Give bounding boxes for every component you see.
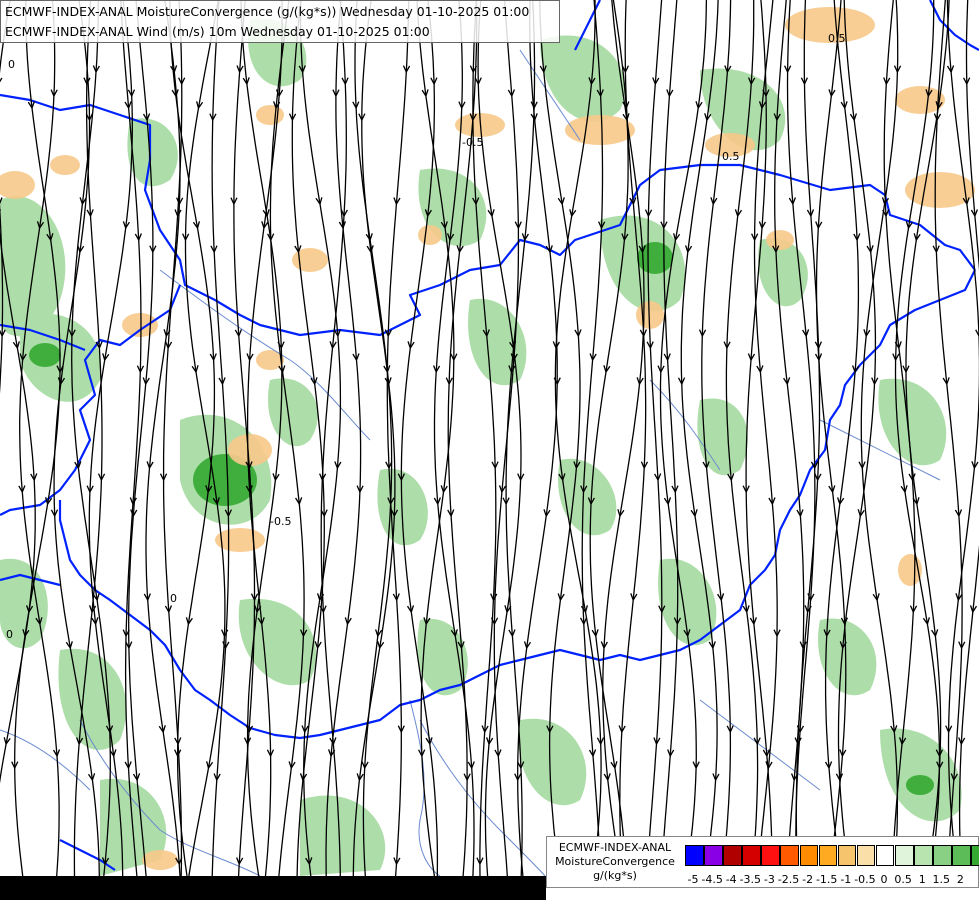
- legend-label: ECMWF-INDEX-ANAL MoistureConvergence g/(…: [549, 841, 681, 883]
- legend-swatch: [933, 845, 952, 866]
- legend-tick-label: -3: [763, 873, 775, 886]
- legend-swatches: [685, 845, 979, 866]
- legend-swatch: [742, 845, 761, 866]
- legend-tick-label: -3.5: [739, 873, 762, 886]
- contour-label: 0: [170, 592, 177, 605]
- legend-swatch: [761, 845, 780, 866]
- legend-swatch: [780, 845, 799, 866]
- legend-swatch: [837, 845, 857, 866]
- legend-swatch: [952, 845, 971, 866]
- legend-tick-label: 1.5: [932, 873, 951, 886]
- legend-tick-label: -5: [687, 873, 699, 886]
- legend-swatch: [914, 845, 933, 866]
- legend-swatch: [875, 845, 895, 866]
- contour-label: 0: [8, 58, 15, 71]
- map-title-box: ECMWF-INDEX-ANAL MoistureConvergence (g/…: [0, 0, 560, 43]
- legend-swatch: [895, 845, 914, 866]
- legend-tick-label: -1: [840, 873, 852, 886]
- legend-tick-label: -0.5: [854, 873, 876, 886]
- legend-parameter: MoistureConvergence: [555, 855, 675, 868]
- weather-map: 0 -0.5 0.5 -0.5 0 0.5 0: [0, 0, 979, 900]
- contour-label: 0: [6, 628, 13, 641]
- bottom-black-bar: [0, 876, 546, 900]
- contour-label: -0.5: [270, 515, 291, 528]
- legend-tick-label: -1.5: [815, 873, 838, 886]
- legend-swatch: [685, 845, 704, 866]
- legend-tick-label: -2.5: [777, 873, 800, 886]
- legend-swatch: [971, 845, 979, 866]
- contour-label: 0.5: [722, 150, 740, 163]
- contour-label: -0.5: [462, 136, 483, 149]
- legend-tick-label: 0.5: [894, 873, 912, 886]
- legend-tick-label: -4.5: [701, 873, 723, 886]
- legend-tick-label: -4: [725, 873, 737, 886]
- legend-swatch: [856, 845, 876, 866]
- legend-swatch: [818, 845, 838, 866]
- color-legend: ECMWF-INDEX-ANAL MoistureConvergence g/(…: [546, 836, 979, 888]
- legend-unit: g/(kg*s): [593, 869, 637, 882]
- legend-tick-label: 0: [880, 873, 888, 886]
- legend-ticks: -5 -4.5 -4 -3.5 -3 -2.5 -2 -1.5 -1 -0.5 0 0.5 1 1.5 2: [685, 873, 979, 887]
- legend-swatch: [799, 845, 819, 866]
- legend-swatch: [704, 845, 723, 866]
- legend-tick-label: 1: [918, 873, 926, 886]
- contour-label: 0.5: [828, 32, 846, 45]
- legend-tick-label: -2: [802, 873, 814, 886]
- legend-tick-label: 2: [956, 873, 964, 886]
- title-moisture-convergence: ECMWF-INDEX-ANAL MoistureConvergence (g/…: [5, 4, 530, 19]
- legend-swatch: [723, 845, 742, 866]
- legend-model: ECMWF-INDEX-ANAL: [558, 841, 672, 854]
- title-wind: ECMWF-INDEX-ANAL Wind (m/s) 10m Wednesda…: [5, 24, 430, 39]
